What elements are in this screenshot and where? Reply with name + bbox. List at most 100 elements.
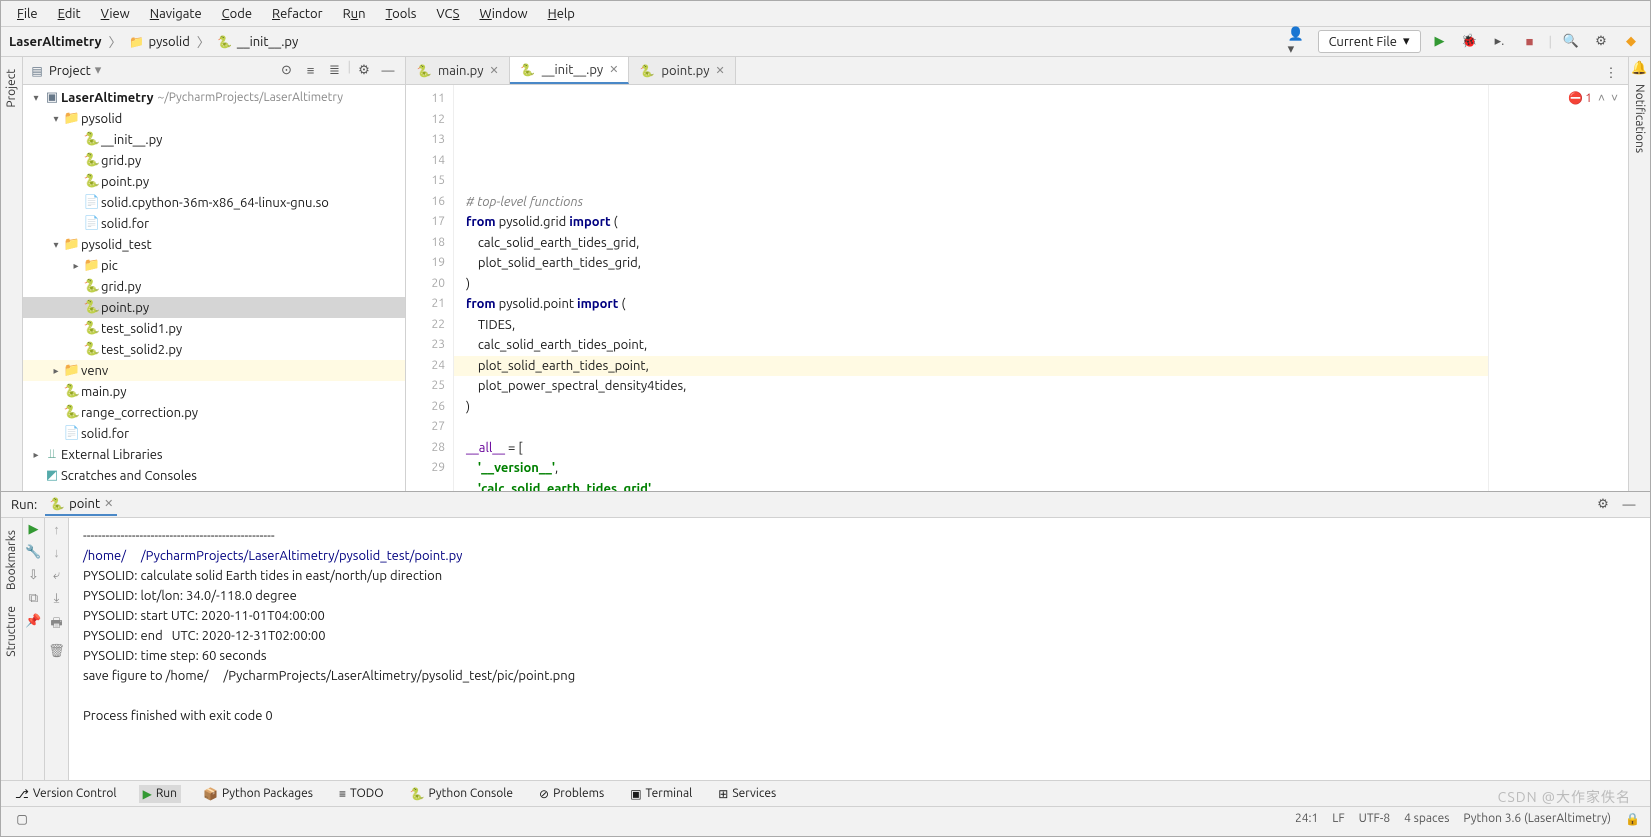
expand-all-icon[interactable]: ≡ — [300, 60, 322, 82]
tab-todo[interactable]: ≡ TODO — [335, 785, 388, 803]
bookmarks-tool-button[interactable]: Bookmarks — [3, 522, 20, 598]
menu-view[interactable]: View — [93, 5, 138, 23]
trash-icon[interactable]: 🗑 — [48, 644, 65, 659]
menu-help[interactable]: Help — [540, 5, 583, 23]
prev-highlight-icon[interactable]: ˄ — [1598, 91, 1605, 105]
tab-run[interactable]: ▶ Run — [139, 785, 181, 803]
tab-main-py[interactable]: 🐍main.py✕ — [406, 57, 510, 84]
tree-folder-venv[interactable]: ▸📁venv — [23, 360, 405, 381]
tree-folder-pysolid-test[interactable]: ▾📁pysolid_test — [23, 234, 405, 255]
ide-logo-icon[interactable]: ◆ — [1620, 31, 1642, 53]
crumb-file[interactable]: __init__.py — [237, 35, 298, 49]
breadcrumb[interactable]: LaserAltimetry 〉 📁 pysolid 〉 🐍 __init__.… — [9, 32, 298, 51]
hide-panel-icon[interactable]: — — [1618, 494, 1640, 516]
status-position[interactable]: 24:1 — [1295, 812, 1318, 826]
run-button[interactable]: ▶ — [1429, 31, 1451, 53]
stop-button[interactable]: ■ — [1519, 31, 1541, 53]
editor-gutter[interactable]: 11121314151617181920212223242526272829 — [406, 85, 454, 491]
tree-scratches[interactable]: ◩Scratches and Consoles — [23, 465, 405, 486]
tab-version-control[interactable]: ⎇ Version Control — [11, 785, 121, 803]
coverage-button[interactable]: ▸. — [1489, 31, 1511, 53]
status-line-ending[interactable]: LF — [1332, 812, 1344, 826]
search-icon[interactable]: 🔍 — [1560, 31, 1582, 53]
tree-file[interactable]: 🐍test_solid2.py — [23, 339, 405, 360]
tree-file[interactable]: 📄solid.cpython-36m-x86_64-linux-gnu.so — [23, 192, 405, 213]
tree-file[interactable]: 🐍test_solid1.py — [23, 318, 405, 339]
menu-vcs[interactable]: VCS — [428, 5, 467, 23]
close-icon[interactable]: ✕ — [716, 64, 725, 77]
tree-file[interactable]: 🐍main.py — [23, 381, 405, 402]
tree-external-libs[interactable]: ▸⫫External Libraries — [23, 444, 405, 465]
crumb-root[interactable]: LaserAltimetry — [9, 35, 102, 49]
close-icon[interactable]: ✕ — [490, 64, 499, 77]
wrench-icon[interactable]: 🔧 — [25, 545, 41, 560]
notifications-icon[interactable]: 🔔 — [1631, 61, 1647, 76]
project-tool-button[interactable]: Project — [3, 61, 20, 116]
menu-run[interactable]: Run — [335, 5, 374, 23]
tree-folder-pic[interactable]: ▸📁pic — [23, 255, 405, 276]
menu-code[interactable]: Code — [214, 5, 260, 23]
run-toolbar-left2: ↑ ↓ ⤶ ⤓ 🖶 🗑 — [45, 518, 69, 780]
debug-button[interactable]: 🐞 — [1459, 31, 1481, 53]
tree-file-selected[interactable]: 🐍point.py — [23, 297, 405, 318]
tree-root[interactable]: ▾▣LaserAltimetry~/PycharmProjects/LaserA… — [23, 87, 405, 108]
collapse-all-icon[interactable]: ≣ — [324, 60, 346, 82]
structure-tool-button[interactable]: Structure — [3, 598, 20, 665]
code-editor[interactable]: # top-level functionsfrom pysolid.grid i… — [454, 85, 1488, 491]
tab-terminal[interactable]: ▣ Terminal — [626, 785, 696, 803]
menu-window[interactable]: Window — [471, 5, 535, 23]
notifications-tool-button[interactable]: Notifications — [1631, 76, 1648, 161]
status-encoding[interactable]: UTF-8 — [1359, 812, 1390, 826]
menu-file[interactable]: File — [9, 5, 46, 23]
lock-icon[interactable]: 🔒 — [1625, 812, 1640, 826]
tab-services[interactable]: ⊞ Services — [714, 785, 780, 803]
tab-python-console[interactable]: 🐍 Python Console — [406, 785, 517, 803]
tab-point-py[interactable]: 🐍point.py✕ — [629, 57, 735, 84]
tab-more-icon[interactable]: ⋮ — [1600, 62, 1622, 84]
menu-navigate[interactable]: Navigate — [142, 5, 210, 23]
tree-file[interactable]: 🐍grid.py — [23, 150, 405, 171]
tab-problems[interactable]: ⊘ Problems — [535, 785, 608, 803]
status-interpreter[interactable]: Python 3.6 (LaserAltimetry) — [1463, 812, 1611, 826]
tree-file[interactable]: 🐍point.py — [23, 171, 405, 192]
rerun-button[interactable]: ▶ — [29, 522, 39, 537]
select-open-file-icon[interactable]: ⊙ — [276, 60, 298, 82]
run-config-selector[interactable]: Current File ▾ — [1318, 30, 1421, 53]
editor-minimap[interactable]: ⛔1 ˄ ˅ — [1488, 85, 1628, 491]
up-icon[interactable]: ↑ — [53, 522, 60, 537]
tab-init-py[interactable]: 🐍__init__.py✕ — [510, 57, 630, 84]
close-icon[interactable]: ✕ — [609, 63, 618, 76]
pin-icon[interactable]: 📌 — [25, 614, 41, 629]
down-icon[interactable]: ⇩ — [28, 568, 39, 583]
status-indent[interactable]: 4 spaces — [1404, 812, 1449, 826]
settings-icon[interactable]: ⚙ — [1590, 31, 1612, 53]
tree-file[interactable]: 🐍grid.py — [23, 276, 405, 297]
down-icon[interactable]: ↓ — [53, 545, 60, 560]
tree-file[interactable]: 📄solid.for — [23, 213, 405, 234]
layout-icon[interactable]: ⧉ — [29, 591, 38, 606]
gear-icon[interactable]: ⚙ — [1592, 494, 1614, 516]
project-tree[interactable]: ▾▣LaserAltimetry~/PycharmProjects/LaserA… — [23, 85, 405, 491]
chevron-down-icon[interactable]: ▾ — [95, 63, 102, 78]
soft-wrap-icon[interactable]: ⤶ — [53, 568, 60, 583]
menu-refactor[interactable]: Refactor — [264, 5, 331, 23]
scroll-end-icon[interactable]: ⤓ — [54, 591, 60, 606]
tree-file[interactable]: 🐍__init__.py — [23, 129, 405, 150]
gear-icon[interactable]: ⚙ — [353, 60, 375, 82]
close-icon[interactable]: ✕ — [104, 497, 113, 510]
tree-file[interactable]: 📄solid.for — [23, 423, 405, 444]
tool-window-toggle-icon[interactable]: ▢ — [11, 808, 33, 830]
crumb-mid[interactable]: pysolid — [149, 35, 190, 49]
menu-tools[interactable]: Tools — [378, 5, 425, 23]
next-highlight-icon[interactable]: ˅ — [1611, 91, 1618, 105]
menu-edit[interactable]: Edit — [50, 5, 89, 23]
error-indicator[interactable]: ⛔1 — [1568, 91, 1592, 105]
user-icon[interactable]: 👤▾ — [1288, 31, 1310, 53]
tree-file[interactable]: 🐍range_correction.py — [23, 402, 405, 423]
hide-panel-icon[interactable]: — — [377, 60, 399, 82]
tab-python-packages[interactable]: 📦 Python Packages — [199, 785, 317, 803]
print-icon[interactable]: 🖶 — [50, 614, 62, 636]
tree-folder-pysolid[interactable]: ▾📁pysolid — [23, 108, 405, 129]
run-console[interactable]: ----------------------------------------… — [69, 518, 1650, 780]
run-tab[interactable]: 🐍 point ✕ — [45, 494, 117, 516]
